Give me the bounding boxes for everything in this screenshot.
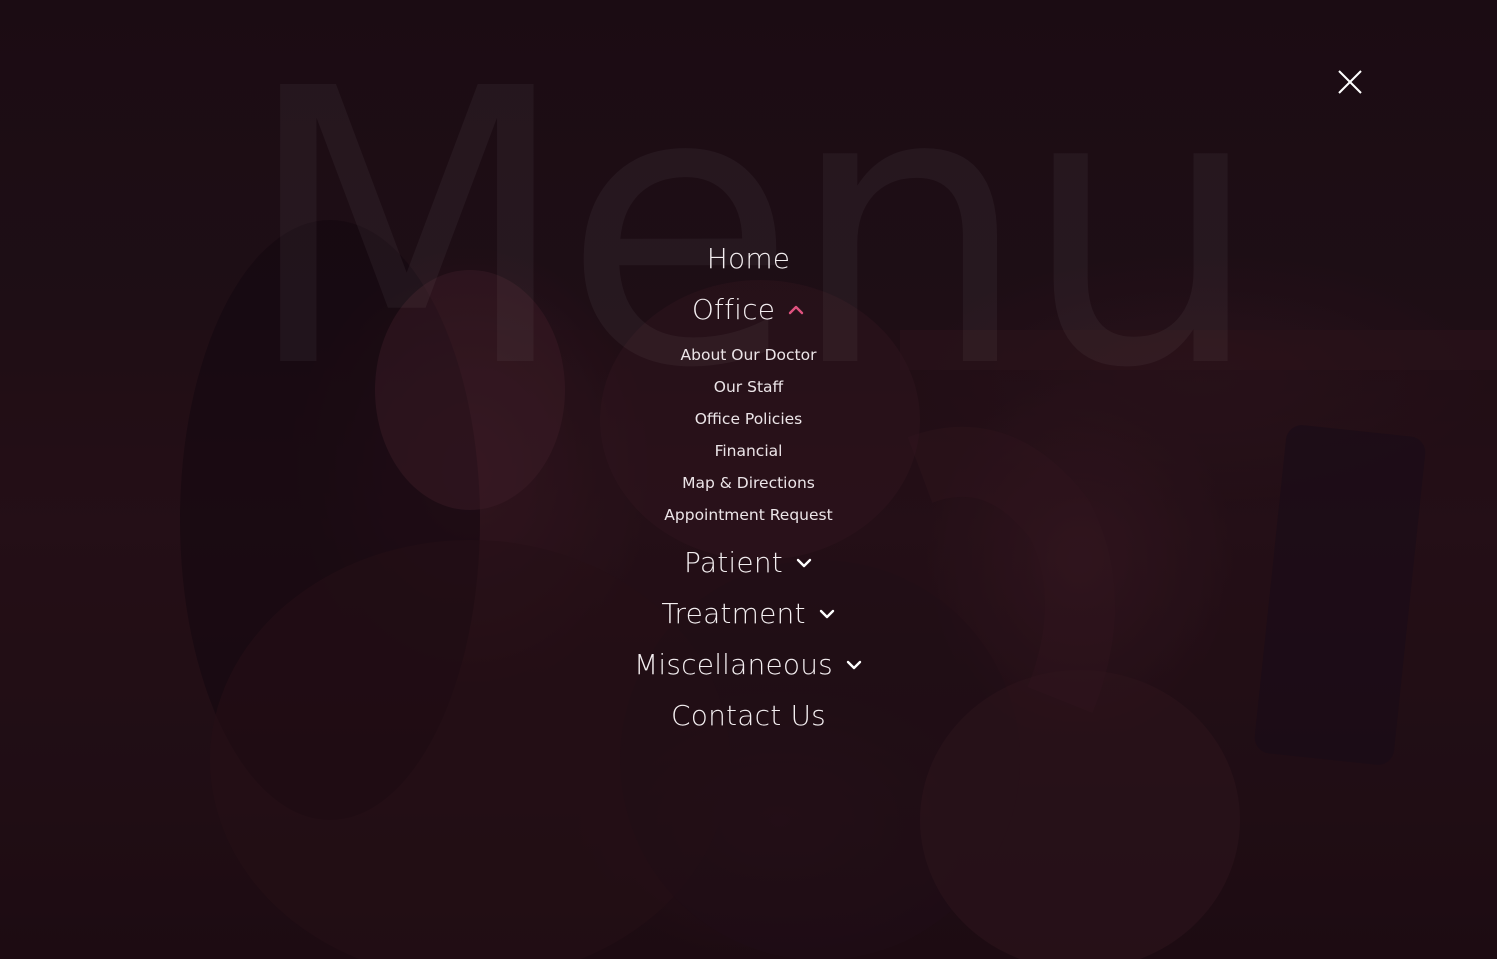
menu-overlay: Menu Home Office About Our Doctor Our St… [0, 0, 1497, 959]
menu-item-contact-us[interactable]: Contact Us [0, 690, 1497, 741]
chevron-down-icon[interactable] [845, 656, 863, 674]
chevron-down-icon[interactable] [795, 554, 813, 572]
menu-item-miscellaneous[interactable]: Miscellaneous [0, 639, 1497, 690]
menu-item-treatment[interactable]: Treatment [0, 588, 1497, 639]
submenu-item-office-policies[interactable]: Office Policies [0, 403, 1497, 435]
menu-item-label: Office [691, 293, 776, 326]
chevron-up-icon[interactable] [787, 301, 805, 319]
menu-item-label: Patient [684, 546, 783, 579]
submenu-item-financial[interactable]: Financial [0, 435, 1497, 467]
menu-item-patient[interactable]: Patient [0, 537, 1497, 588]
menu-item-label: Miscellaneous [634, 648, 833, 681]
menu-item-office[interactable]: Office [0, 284, 1497, 335]
submenu-item-map-directions[interactable]: Map & Directions [0, 467, 1497, 499]
submenu-item-our-staff[interactable]: Our Staff [0, 371, 1497, 403]
menu-item-label: Home [706, 242, 791, 275]
close-button[interactable] [1334, 66, 1366, 98]
menu-item-home[interactable]: Home [0, 233, 1497, 284]
submenu-item-about-our-doctor[interactable]: About Our Doctor [0, 339, 1497, 371]
menu-item-label: Treatment [661, 597, 806, 630]
main-menu: Home Office About Our Doctor Our Staff O… [0, 233, 1497, 741]
submenu-item-appointment-request[interactable]: Appointment Request [0, 499, 1497, 531]
menu-item-label: Contact Us [671, 699, 826, 732]
office-submenu: About Our Doctor Our Staff Office Polici… [0, 335, 1497, 537]
close-icon [1338, 70, 1362, 94]
chevron-down-icon[interactable] [818, 605, 836, 623]
